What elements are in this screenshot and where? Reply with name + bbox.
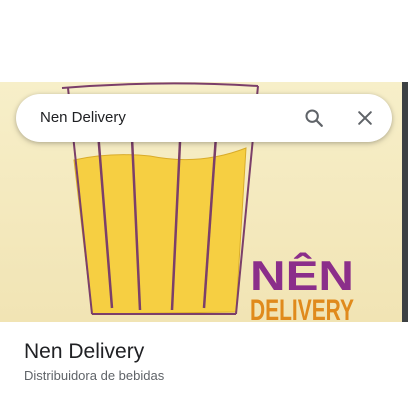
photo-edge-strip xyxy=(402,82,408,322)
logo-line2: DELIVERY xyxy=(250,294,354,322)
close-icon xyxy=(358,111,372,125)
place-page: NÊN DELIVERY Nen Delivery Nen Delivery D… xyxy=(0,0,408,404)
place-title: Nen Delivery xyxy=(24,340,145,363)
logo-line1: NÊN xyxy=(250,251,354,299)
search-icon xyxy=(305,109,323,127)
search-bar[interactable]: Nen Delivery xyxy=(16,94,392,142)
search-button[interactable] xyxy=(298,102,330,134)
place-info-panel: Nen Delivery Distribuidora de bebidas xyxy=(0,322,408,404)
place-category: Distribuidora de bebidas xyxy=(24,368,165,383)
search-query[interactable]: Nen Delivery xyxy=(40,94,126,142)
clear-search-button[interactable] xyxy=(349,102,381,134)
